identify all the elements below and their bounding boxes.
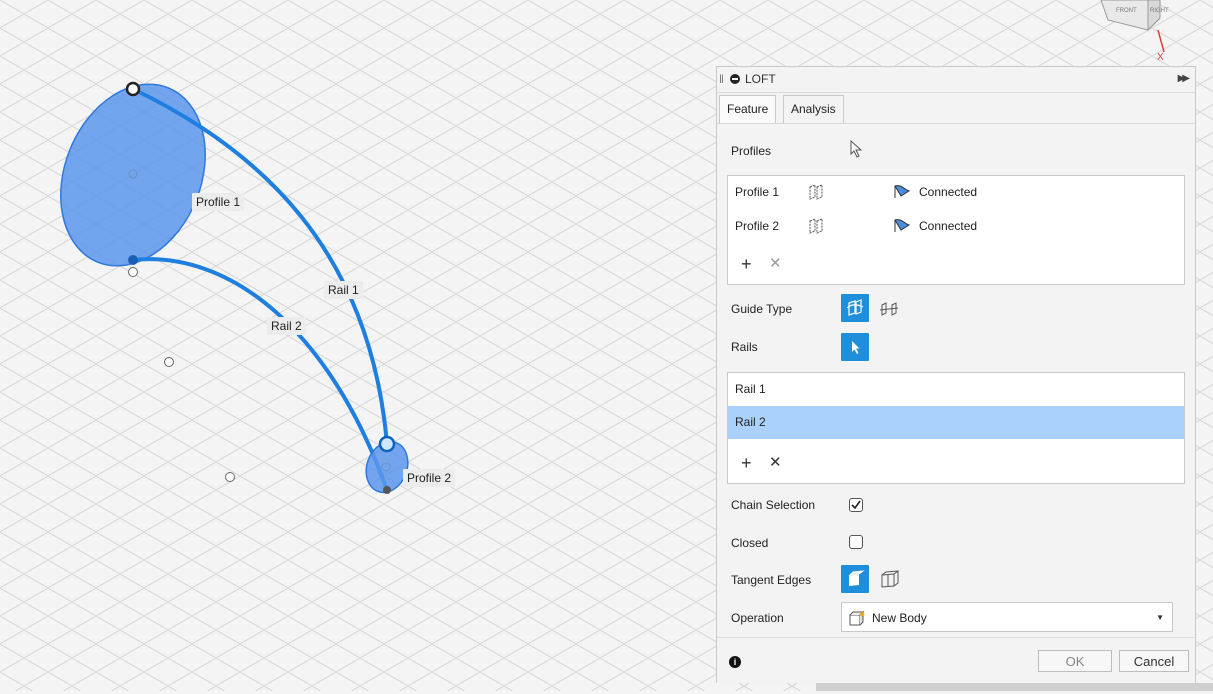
profile-name: Profile 1	[735, 185, 780, 199]
profiles-list[interactable]: Profile 1 Connected Profile 2 Connected …	[727, 175, 1185, 285]
rails-add-remove: + ✕	[741, 453, 782, 474]
connected-icon[interactable]	[893, 218, 911, 234]
add-icon[interactable]: +	[741, 254, 752, 274]
rail-2-start-point[interactable]	[128, 255, 138, 265]
list-item-selected[interactable]: Rail 2	[728, 406, 1184, 439]
rail-1-label: Rail 1	[324, 281, 363, 299]
guide-rails-button[interactable]	[841, 294, 869, 322]
tangent-edges-merge-button[interactable]	[841, 565, 869, 593]
rail-1-end-point[interactable]	[378, 435, 396, 453]
rail-name: Rail 2	[735, 415, 766, 429]
cancel-button[interactable]: Cancel	[1119, 650, 1189, 672]
centerline-guide-icon[interactable]	[879, 300, 899, 318]
operation-label: Operation	[731, 611, 784, 625]
ok-button[interactable]: OK	[1038, 650, 1112, 672]
rail-1-start-point[interactable]	[125, 81, 141, 97]
chevron-down-icon: ▼	[1156, 613, 1164, 622]
dialog-title-bar[interactable]: ‖ LOFT ▶▶	[717, 67, 1195, 93]
bottom-toolbar-strip	[816, 683, 1213, 691]
chain-selection-checkbox[interactable]	[849, 498, 863, 512]
profile-1-label: Profile 1	[192, 193, 245, 211]
remove-icon[interactable]: ✕	[769, 254, 782, 272]
sketch-point[interactable]	[164, 357, 174, 367]
closed-checkbox[interactable]	[849, 535, 863, 549]
profile-swap-icon[interactable]	[807, 184, 825, 200]
sketch-point[interactable]	[225, 472, 235, 482]
new-body-icon: ✦	[849, 610, 866, 626]
remove-icon[interactable]: ✕	[769, 453, 782, 471]
tab-feature[interactable]: Feature	[719, 95, 777, 123]
guide-type-label: Guide Type	[731, 302, 793, 316]
rail-2-end-point[interactable]	[383, 486, 391, 494]
tab-analysis[interactable]: Analysis	[783, 95, 844, 123]
profile-swap-icon[interactable]	[807, 218, 825, 234]
checkmark-icon	[851, 500, 861, 510]
rails-select-button[interactable]	[841, 333, 869, 361]
expand-icon[interactable]: ▶▶	[1178, 73, 1191, 84]
add-icon[interactable]: +	[741, 453, 752, 473]
rails-list[interactable]: Rail 1 Rail 2 + ✕	[727, 372, 1185, 484]
list-item[interactable]: Profile 1 Connected	[735, 183, 1175, 201]
chain-selection-label: Chain Selection	[731, 498, 816, 512]
dialog-footer: i OK Cancel	[717, 637, 1195, 683]
merge-faces-icon	[848, 570, 865, 586]
cursor-arrow-icon	[852, 341, 860, 354]
tab-divider	[717, 123, 1195, 124]
viewcube-right-label: RIGHT	[1150, 8, 1169, 14]
viewcube-front-label: FRONT	[1116, 8, 1137, 14]
list-item[interactable]: Rail 1	[728, 373, 1184, 406]
rails-label: Rails	[731, 340, 758, 354]
tangent-edges-label: Tangent Edges	[731, 573, 812, 587]
dialog-title: LOFT	[745, 72, 776, 86]
profile-status: Connected	[919, 219, 978, 233]
operation-select[interactable]: ✦ New Body ▼	[841, 602, 1173, 632]
info-icon[interactable]: i	[729, 656, 741, 668]
rails-guide-icon	[846, 299, 864, 316]
svg-text:✦: ✦	[858, 610, 866, 621]
closed-label: Closed	[731, 536, 769, 550]
profile-2-label: Profile 2	[403, 469, 456, 487]
profiles-label: Profiles	[731, 144, 772, 158]
profile-status: Connected	[919, 185, 978, 199]
sketch-point[interactable]	[128, 267, 138, 277]
profiles-add-remove: + ✕	[741, 254, 782, 275]
loft-dialog: ‖ LOFT ▶▶ Feature Analysis Profiles Prof…	[716, 66, 1196, 683]
drag-handle-icon[interactable]: ‖	[719, 72, 724, 86]
operation-value: New Body	[872, 611, 927, 625]
keep-edges-icon[interactable]	[879, 569, 903, 589]
axis-x-label: X	[1157, 52, 1164, 63]
profile-name: Profile 2	[735, 219, 780, 233]
list-item[interactable]: Profile 2 Connected	[735, 217, 1175, 235]
stop-icon	[730, 74, 740, 84]
connected-icon[interactable]	[893, 184, 911, 200]
cursor-arrow-icon	[850, 140, 863, 158]
rail-2-label: Rail 2	[267, 317, 306, 335]
rail-name: Rail 1	[735, 382, 766, 396]
